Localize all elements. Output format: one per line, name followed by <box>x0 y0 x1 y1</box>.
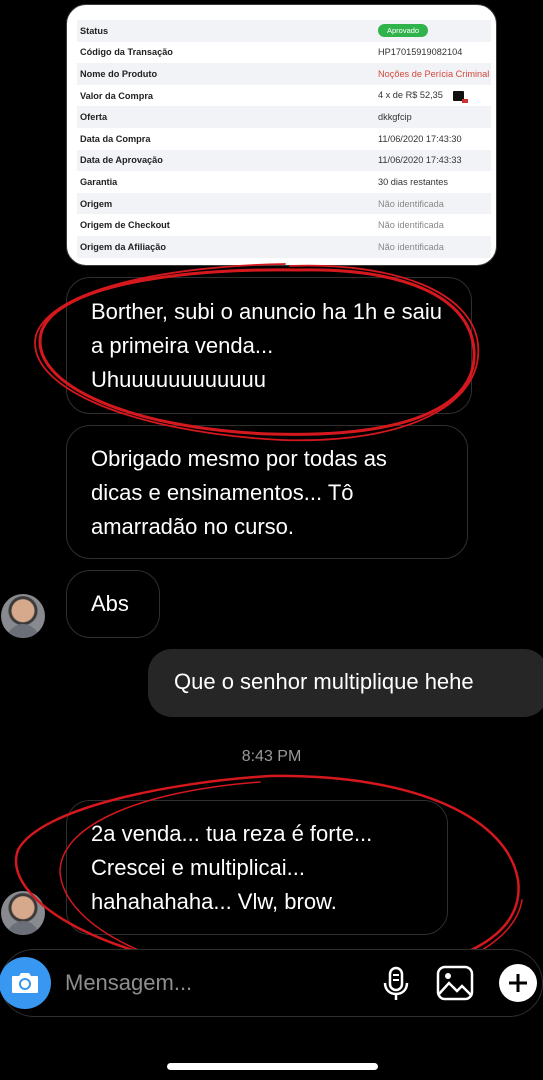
table-row: Origem Não identificada <box>77 192 491 215</box>
table-row: Origem de Checkout Não identificada <box>80 220 444 231</box>
message-input[interactable]: Mensagem... <box>65 970 192 996</box>
message-text: Obrigado mesmo por todas as dicas e ensi… <box>91 446 387 539</box>
camera-button[interactable] <box>0 957 51 1009</box>
plus-icon <box>509 974 527 992</box>
table-row: Origem da Afiliação Não identificada <box>77 235 491 258</box>
table-row: Data da Compra 11/06/2020 17:43:30 <box>80 133 462 144</box>
message-bubble-incoming[interactable]: Abs <box>66 570 160 638</box>
message-bubble-incoming[interactable]: 2a venda... tua reza é forte... Crescei … <box>66 800 448 935</box>
message-text: Borther, subi o anuncio ha 1h e saiu a p… <box>91 299 443 392</box>
home-indicator[interactable] <box>167 1063 378 1070</box>
message-timestamp: 8:43 PM <box>241 748 302 765</box>
message-text: 2a venda... tua reza é forte... Crescei … <box>91 821 373 914</box>
transaction-screenshot[interactable]: Status Aprovado Código da Transação HP1701… <box>66 4 497 266</box>
add-button[interactable] <box>499 964 537 1002</box>
message-bubble-incoming[interactable]: Obrigado mesmo por todas as dicas e ensi… <box>66 425 468 559</box>
camera-icon <box>12 973 38 993</box>
table-row: Valor da Compra 4 x de R$ 52,35 <box>77 85 491 107</box>
table-row: Data de Aprovação 11/06/2020 17:43:33 <box>77 149 491 172</box>
message-text: Que o senhor multiplique hehe <box>174 669 474 694</box>
table-row: Código da Transação HP17015919082104 <box>80 47 463 58</box>
transaction-table: Status Aprovado Código da Transação HP1701… <box>77 20 491 258</box>
message-composer: Mensagem... <box>0 949 543 1017</box>
table-row: Oferta dkkgfcip <box>77 106 491 128</box>
message-bubble-outgoing[interactable]: Que o senhor multiplique hehe <box>148 649 543 717</box>
table-row: Garantia 30 dias restantes <box>80 176 448 187</box>
table-row: Status Aprovado <box>77 20 491 42</box>
gallery-icon[interactable] <box>435 964 475 1002</box>
microphone-icon[interactable] <box>381 966 411 1002</box>
card-icon <box>452 90 468 103</box>
table-row: Nome do Produto Noções de Perícia Crimina… <box>77 63 491 85</box>
message-text: Abs <box>91 591 129 616</box>
message-bubble-incoming[interactable]: Borther, subi o anuncio ha 1h e saiu a p… <box>66 277 472 414</box>
status-badge: Aprovado <box>378 24 429 38</box>
avatar[interactable] <box>1 891 45 935</box>
avatar[interactable] <box>1 594 45 638</box>
